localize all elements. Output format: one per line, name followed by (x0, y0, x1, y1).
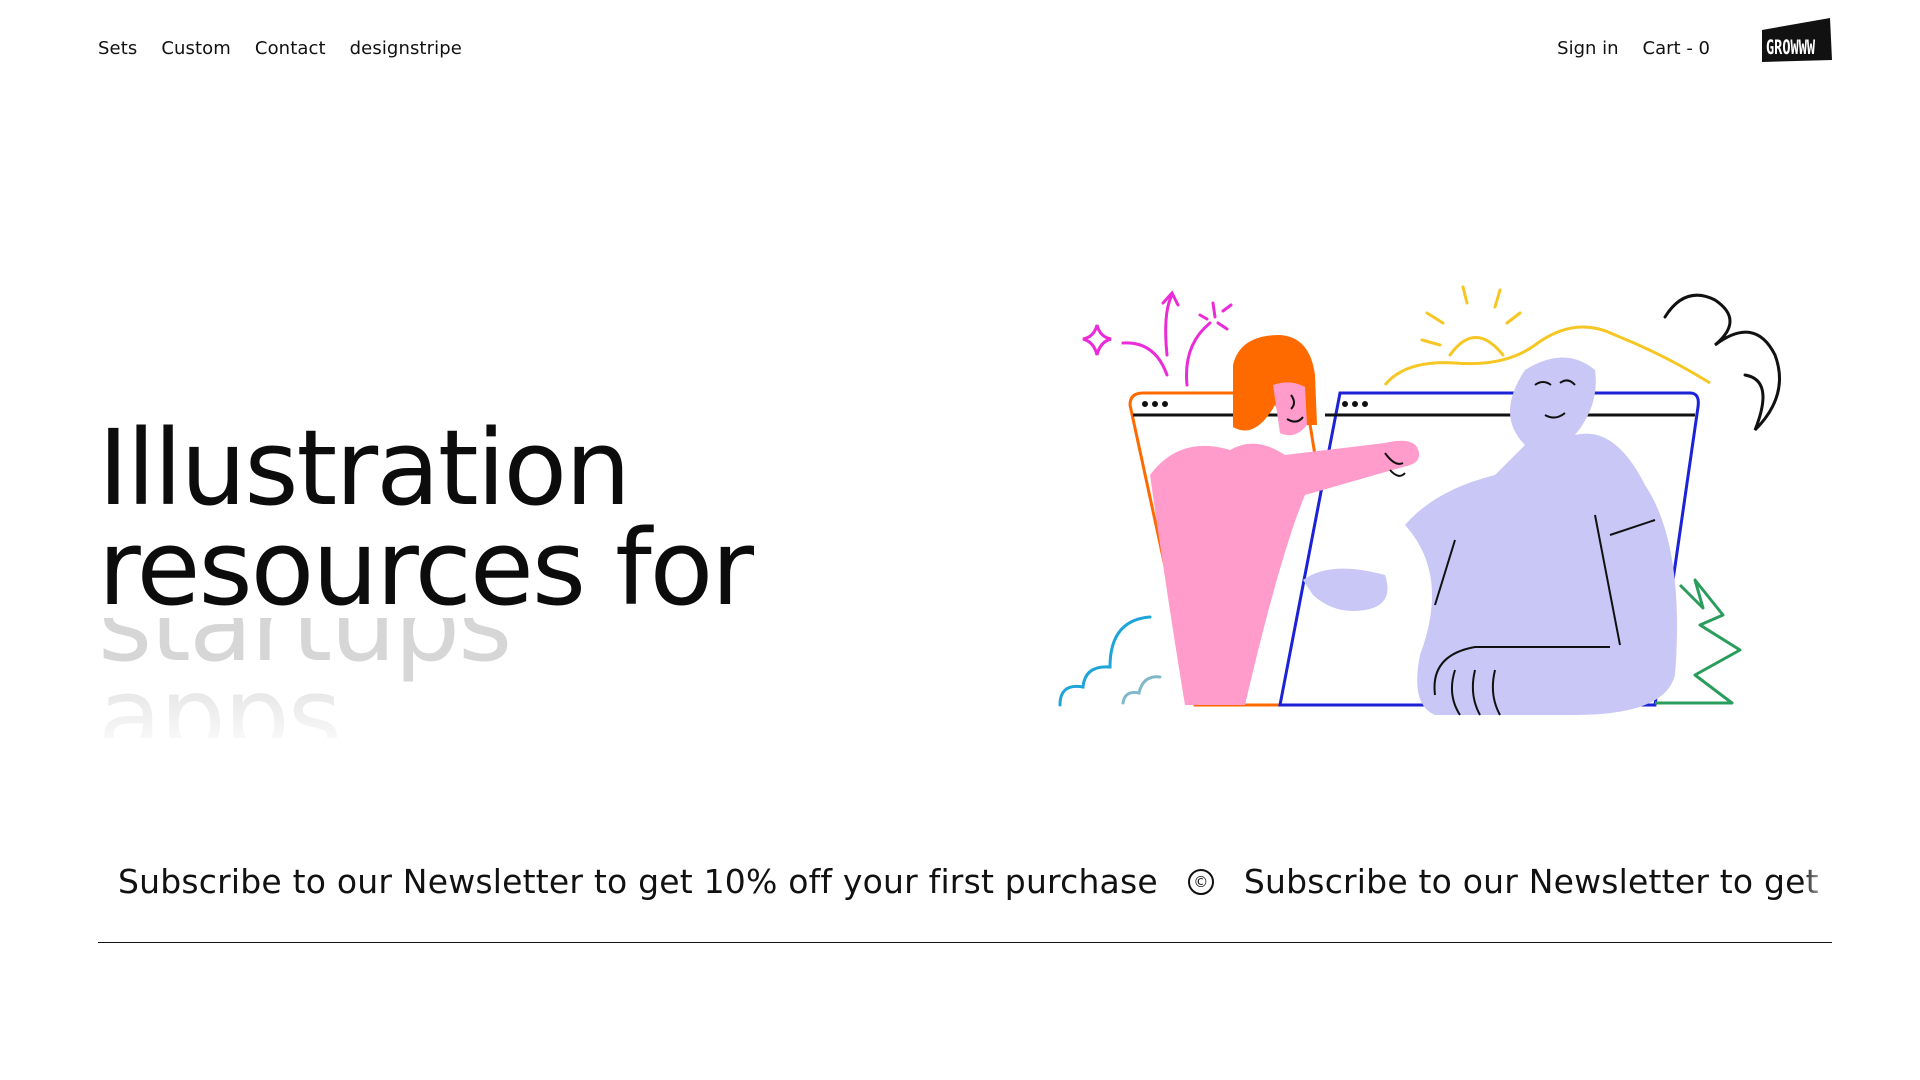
main-nav: Sets Custom Contact designstripe (98, 38, 462, 59)
nav-link-contact[interactable]: Contact (255, 38, 326, 59)
teal-cloud (1121, 675, 1162, 705)
marquee-track: Subscribe to our Newsletter to get 10% o… (98, 862, 1832, 901)
sparkle-icon (1082, 290, 1233, 387)
growww-logo[interactable]: GROWWW (1758, 14, 1836, 66)
copyright-icon: © (1187, 868, 1214, 895)
nav-link-custom[interactable]: Custom (161, 38, 231, 59)
sign-in-link[interactable]: Sign in (1557, 38, 1618, 59)
hero-line-2: resources for (98, 507, 754, 629)
newsletter-divider (98, 942, 1832, 943)
cart-link[interactable]: Cart - 0 (1643, 38, 1710, 59)
newsletter-text-2: Subscribe to our Newsletter to get 10% o… (1243, 862, 1832, 901)
newsletter-text-1: Subscribe to our Newsletter to get 10% o… (118, 862, 1158, 901)
nav-link-designstripe[interactable]: designstripe (350, 38, 462, 59)
newsletter-marquee[interactable]: Subscribe to our Newsletter to get 10% o… (98, 862, 1832, 924)
hero-headline: Illustration resources for startups apps (98, 418, 998, 738)
account-nav: Sign in Cart - 0 (1557, 38, 1710, 59)
hero-line-1: Illustration (98, 418, 631, 529)
marquee-fade (1802, 862, 1832, 924)
rotator-fade (98, 688, 998, 738)
page: Sets Custom Contact designstripe Sign in… (0, 0, 1920, 1080)
rotating-words: startups apps (98, 618, 998, 738)
hero-illustration (1058, 285, 1781, 716)
nav-link-sets[interactable]: Sets (98, 38, 137, 59)
sun-icon (1420, 285, 1522, 357)
logo-text: GROWWW (1766, 36, 1816, 59)
